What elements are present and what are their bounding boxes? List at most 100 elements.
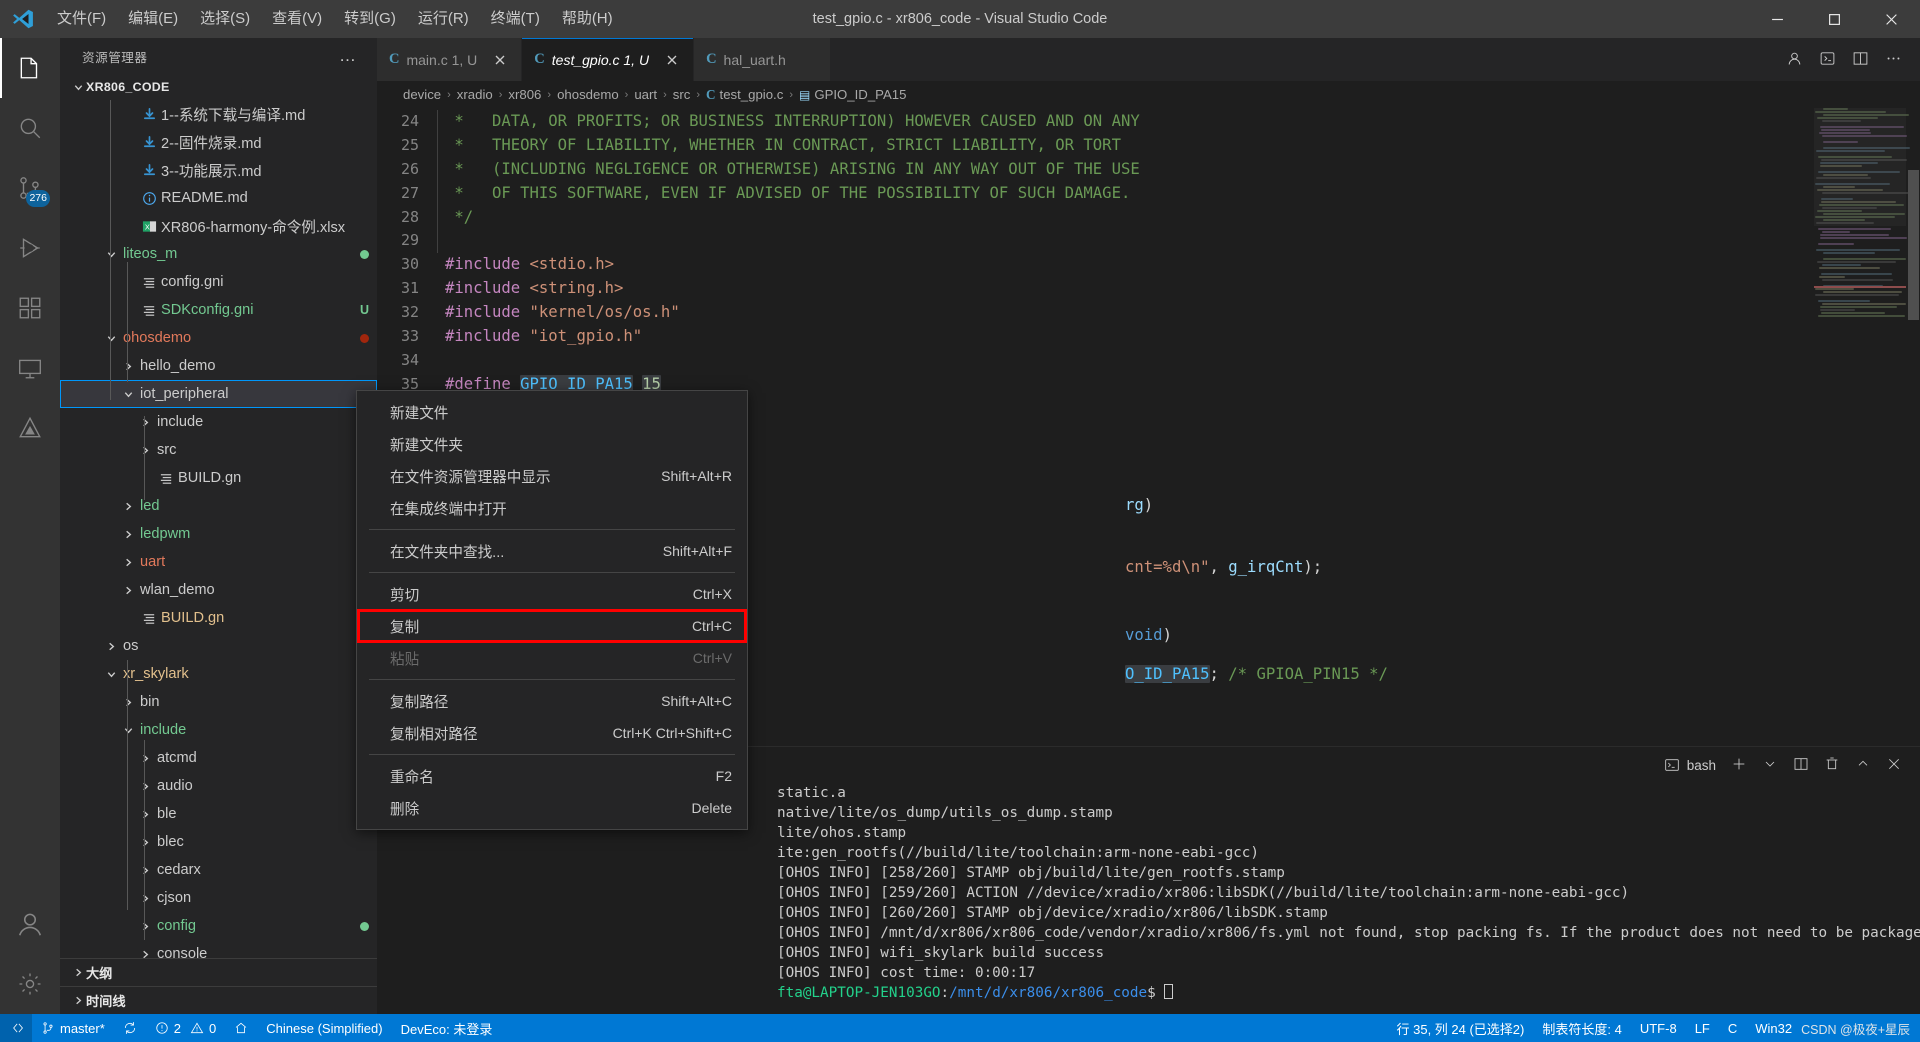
status-git-branch[interactable]: master* [32, 1014, 114, 1042]
run-code-icon[interactable] [1819, 50, 1836, 70]
status-problems[interactable]: 2 0 [146, 1014, 225, 1042]
context-menu-item[interactable]: 在文件夹中查找... Shift+Alt+F [357, 535, 747, 567]
tree-file[interactable]: 1--系统下载与编译.md [60, 100, 377, 128]
context-menu-item[interactable]: 剪切 Ctrl+X [357, 578, 747, 610]
sidebar-more-actions-icon[interactable]: … [339, 46, 357, 66]
tree-folder[interactable]: hello_demo [60, 352, 377, 380]
activity-manage-gear-icon[interactable] [0, 954, 60, 1014]
status-file-language[interactable]: C [1719, 1014, 1746, 1042]
tree-folder[interactable]: cedarx [60, 856, 377, 884]
context-menu-item[interactable]: 在文件资源管理器中显示 Shift+Alt+R [357, 460, 747, 492]
sidebar-outline-section[interactable]: 大纲 [60, 958, 377, 986]
split-terminal-icon[interactable] [1793, 756, 1809, 775]
menu-6[interactable]: 运行(R) [407, 0, 480, 38]
sidebar-root-section[interactable]: XR806_CODE [60, 74, 377, 100]
file-tree[interactable]: 1--系统下载与编译.md 2--固件烧录.md 3--功能展示.md README.… [60, 100, 377, 958]
status-deveco[interactable]: DevEco: 未登录 [392, 1014, 502, 1042]
tree-folder[interactable]: ledpwm [60, 520, 377, 548]
activity-search[interactable] [0, 98, 60, 158]
tree-folder[interactable]: atcmd [60, 744, 377, 772]
status-indentation[interactable]: 制表符长度: 4 [1533, 1014, 1630, 1042]
menu-8[interactable]: 帮助(H) [551, 0, 624, 38]
menu-5[interactable]: 转到(G) [333, 0, 407, 38]
tree-file[interactable]: BUILD.gn [60, 464, 377, 492]
editor-tab-3[interactable]: Chal_uart.h [694, 38, 831, 81]
maximize-panel-icon[interactable] [1855, 756, 1871, 775]
tree-folder[interactable]: led [60, 492, 377, 520]
status-eol[interactable]: LF [1686, 1014, 1719, 1042]
breadcrumb-item[interactable]: ohosdemo [557, 87, 619, 102]
minimize-button[interactable] [1749, 0, 1806, 38]
breadcrumb-item[interactable]: xradio [457, 87, 493, 102]
tree-folder[interactable]: os [60, 632, 377, 660]
tree-file[interactable]: 2--固件烧录.md [60, 128, 377, 156]
context-menu-item[interactable]: 复制相对路径 Ctrl+K Ctrl+Shift+C [357, 717, 747, 749]
context-menu-item[interactable]: 新建文件 [357, 396, 747, 428]
tree-folder[interactable]: iot_peripheral [60, 380, 377, 408]
kill-terminal-icon[interactable] [1824, 756, 1840, 775]
tree-folder[interactable]: src [60, 436, 377, 464]
context-menu-item[interactable]: 复制 Ctrl+C [357, 610, 747, 642]
terminal-prompt[interactable]: fta@LAPTOP-JEN103GO:/mnt/d/xr806/xr806_c… [777, 983, 1920, 1003]
editor-tab-1[interactable]: Cmain.c 1, U [377, 38, 523, 81]
tree-folder[interactable]: liteos_m [60, 240, 377, 268]
breadcrumb-item[interactable]: device [403, 87, 441, 102]
tree-file[interactable]: SDKconfig.gni U [60, 296, 377, 324]
more-actions-icon[interactable] [1885, 50, 1902, 70]
editor-tab-2[interactable]: Ctest_gpio.c 1, U [522, 38, 695, 81]
tree-folder[interactable]: include [60, 716, 377, 744]
close-panel-icon[interactable] [1886, 756, 1902, 775]
tree-folder[interactable]: ohosdemo [60, 324, 377, 352]
tab-close-icon[interactable] [662, 50, 681, 69]
tree-folder[interactable]: blec [60, 828, 377, 856]
breadcrumb-item[interactable]: uart [634, 87, 657, 102]
tree-file[interactable]: X XR806-harmony-命令例.xlsx [60, 212, 377, 240]
menu-3[interactable]: 选择(S) [189, 0, 261, 38]
context-menu-item[interactable]: 在集成终端中打开 [357, 492, 747, 524]
status-platform[interactable]: Win32 [1746, 1014, 1801, 1042]
tree-folder[interactable]: uart [60, 548, 377, 576]
context-menu-item[interactable]: 复制路径 Shift+Alt+C [357, 685, 747, 717]
scrollbar-thumb[interactable] [1908, 170, 1919, 320]
activity-source-control[interactable]: 276 [0, 158, 60, 218]
menu-bar[interactable]: 文件(F) 编辑(E) 选择(S) 查看(V) 转到(G) 运行(R) 终端(T) 帮助(H) [46, 0, 624, 38]
tree-folder[interactable]: xr_skylark [60, 660, 377, 688]
breadcrumb[interactable]: device › xradio › xr806 › ohosdemo › uart › src › Ct… [377, 81, 1920, 108]
file-context-menu[interactable]: 新建文件 新建文件夹 在文件资源管理器中显示 Shift+Alt+R 在集成终端中打开在… [356, 390, 748, 830]
context-menu-item[interactable]: 删除 Delete [357, 792, 747, 824]
tree-folder[interactable]: config [60, 912, 377, 940]
close-button[interactable] [1863, 0, 1920, 38]
menu-7[interactable]: 终端(T) [480, 0, 551, 38]
status-encoding[interactable]: UTF-8 [1631, 1014, 1686, 1042]
editor-scrollbar[interactable] [1906, 108, 1920, 746]
tree-folder[interactable]: audio [60, 772, 377, 800]
status-language-mode[interactable]: Chinese (Simplified) [257, 1014, 391, 1042]
status-sync[interactable] [114, 1014, 146, 1042]
status-cursor-position[interactable]: 行 35, 列 24 (已选择2) [1388, 1014, 1534, 1042]
breadcrumb-item[interactable]: src [673, 87, 691, 102]
tree-folder[interactable]: ble [60, 800, 377, 828]
breadcrumb-item[interactable]: Ctest_gpio.c [706, 87, 783, 103]
activity-remote-explorer[interactable] [0, 338, 60, 398]
code-content[interactable]: 24 * DATA, OR PROFITS; OR BUSINESS INTER… [377, 108, 1920, 397]
menu-2[interactable]: 编辑(E) [117, 0, 189, 38]
activity-run-debug[interactable] [0, 218, 60, 278]
tree-folder[interactable]: console [60, 940, 377, 958]
new-terminal-icon[interactable] [1731, 756, 1747, 775]
terminal-selector[interactable]: bash [1664, 757, 1716, 773]
maximize-button[interactable] [1806, 0, 1863, 38]
activity-deveco[interactable] [0, 398, 60, 458]
split-editor-icon[interactable] [1852, 50, 1869, 70]
chevron-down-icon[interactable] [1762, 756, 1778, 775]
tree-folder[interactable]: include [60, 408, 377, 436]
context-menu-item[interactable]: 新建文件夹 [357, 428, 747, 460]
tree-folder[interactable]: bin [60, 688, 377, 716]
tree-folder[interactable]: cjson [60, 884, 377, 912]
breadcrumb-item[interactable]: xr806 [508, 87, 541, 102]
breadcrumb-item[interactable]: ▤ GPIO_ID_PA15 [799, 87, 906, 102]
activity-accounts[interactable] [0, 894, 60, 954]
tree-file[interactable]: README.md [60, 184, 377, 212]
tree-file[interactable]: config.gni [60, 268, 377, 296]
activity-explorer[interactable] [0, 38, 60, 98]
tree-file[interactable]: 3--功能展示.md [60, 156, 377, 184]
